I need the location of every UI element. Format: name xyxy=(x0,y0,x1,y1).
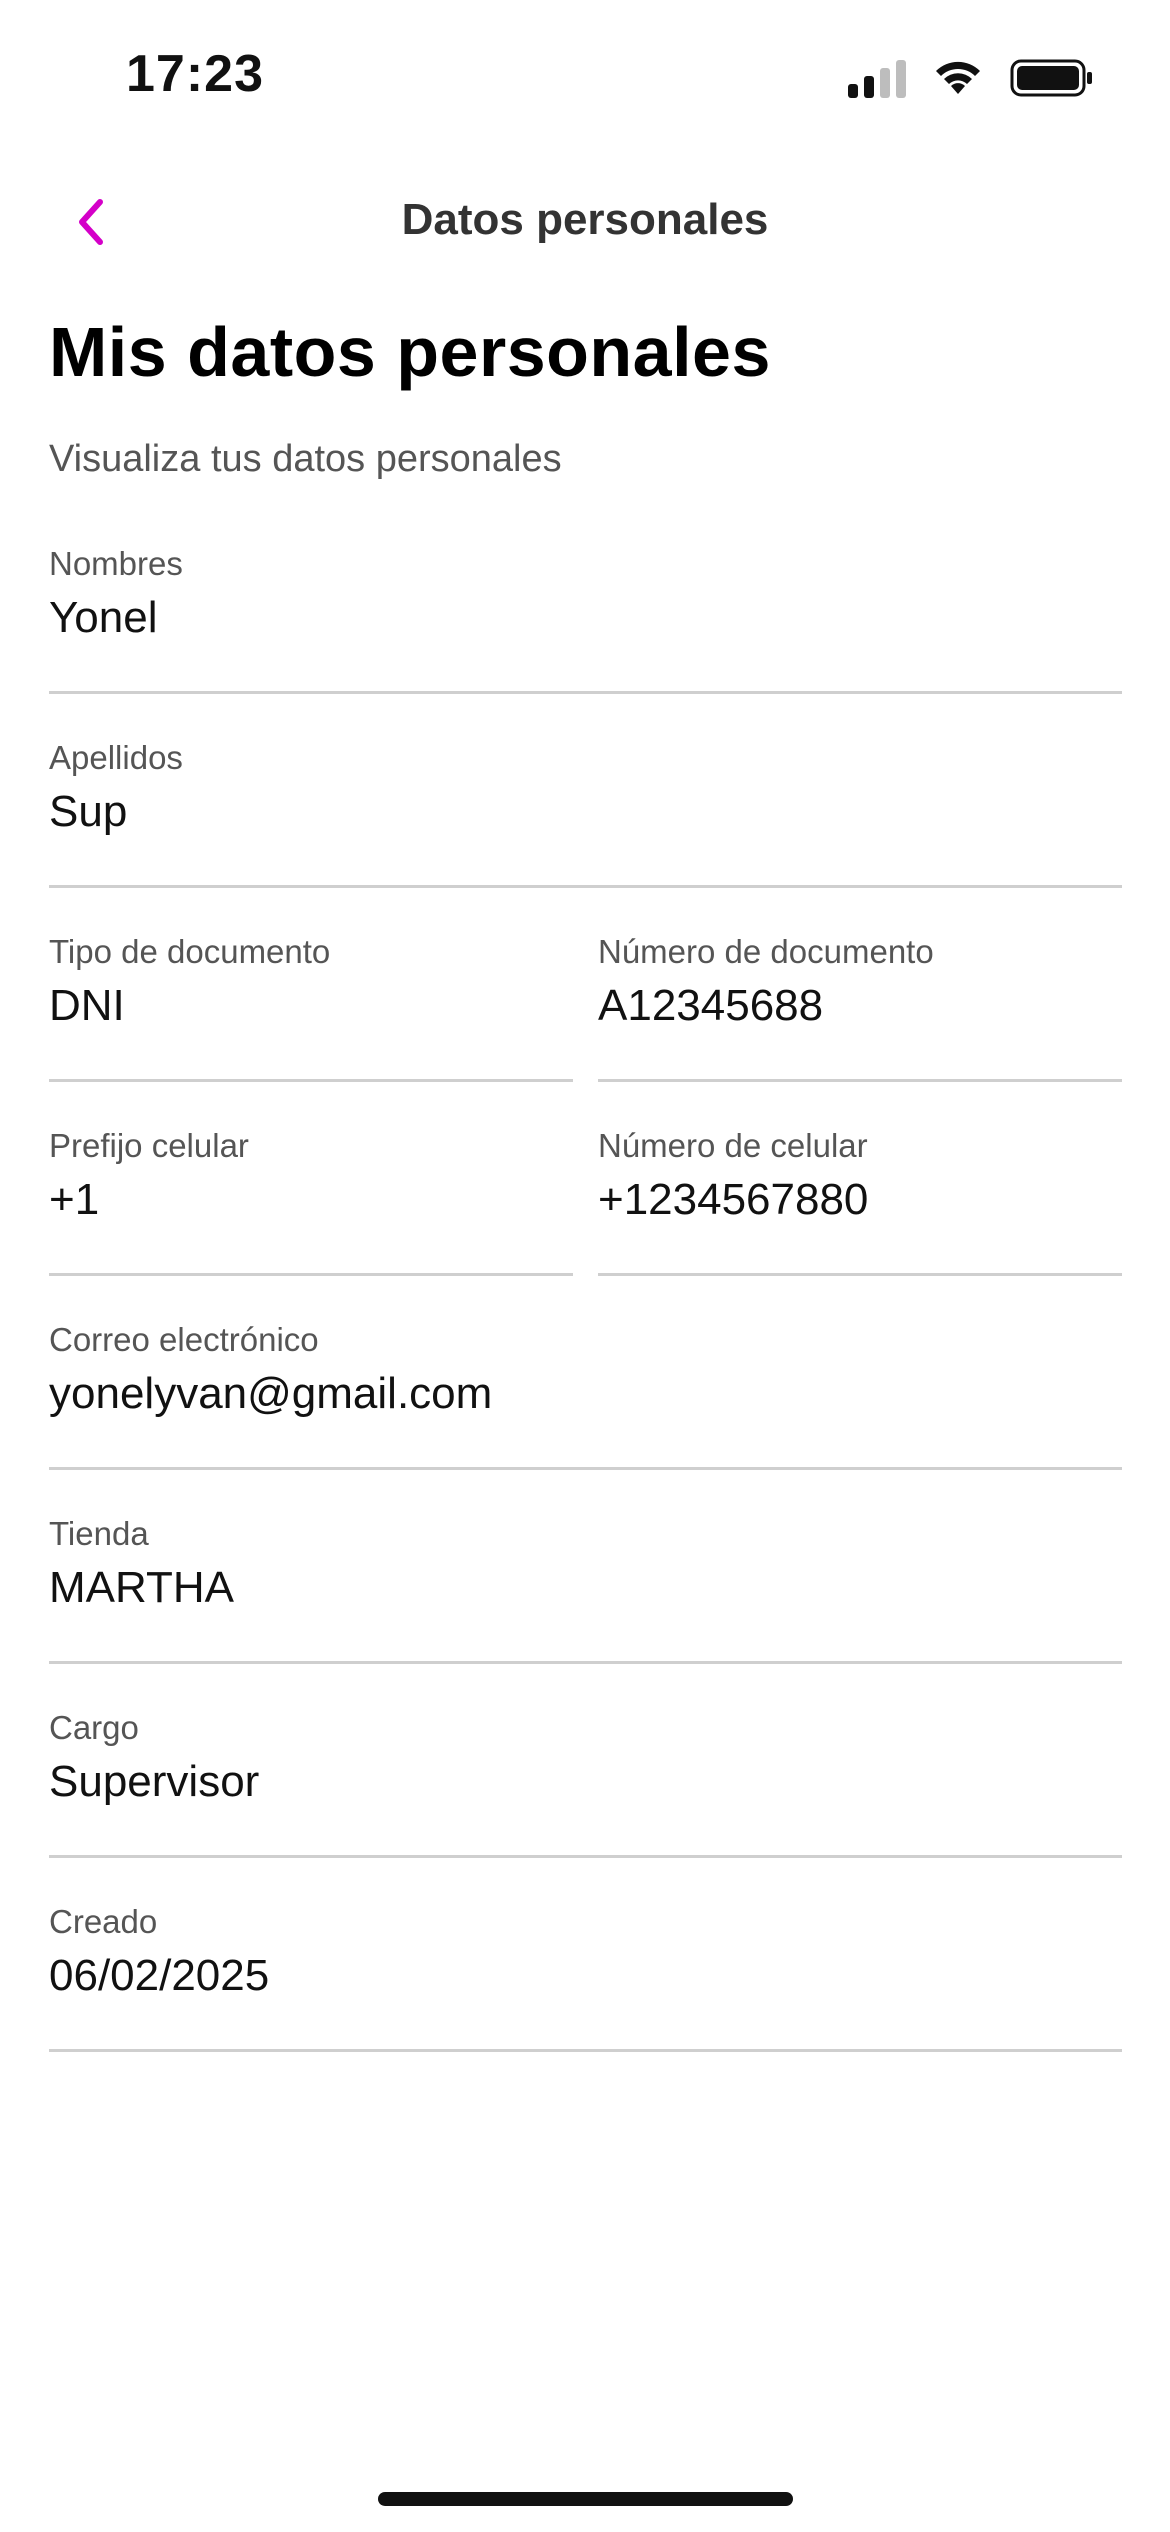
cellular-signal-icon xyxy=(848,58,906,98)
field-numero-documento: Número de documento A12345688 xyxy=(598,933,1122,1082)
field-value: 06/02/2025 xyxy=(49,1951,270,2000)
field-label: Número de celular xyxy=(598,1127,868,1164)
field-value: +1 xyxy=(49,1175,100,1224)
field-numero-celular: Número de celular +1234567880 xyxy=(598,1127,1122,1276)
field-apellidos: Apellidos Sup xyxy=(49,739,1122,888)
nav-bar: Datos personales xyxy=(0,175,1170,265)
field-tienda: Tienda MARTHA xyxy=(49,1515,1122,1664)
status-bar: 17:23 xyxy=(0,0,1170,150)
field-value: DNI xyxy=(49,981,125,1030)
field-nombres: Nombres Yonel xyxy=(49,545,1122,694)
field-label: Tienda xyxy=(49,1515,149,1552)
field-label: Nombres xyxy=(49,545,183,582)
field-value: +1234567880 xyxy=(598,1175,869,1224)
field-label: Cargo xyxy=(49,1709,139,1746)
field-tipo-documento: Tipo de documento DNI xyxy=(49,933,573,1082)
field-creado: Creado 06/02/2025 xyxy=(49,1903,1122,2052)
field-value: MARTHA xyxy=(49,1563,234,1612)
battery-icon xyxy=(1010,59,1092,97)
home-indicator[interactable] xyxy=(378,2492,793,2506)
status-time: 17:23 xyxy=(126,45,264,103)
field-correo: Correo electrónico yonelyvan@gmail.com xyxy=(49,1321,1122,1470)
field-value: Yonel xyxy=(49,593,158,642)
nav-title: Datos personales xyxy=(401,195,769,244)
field-value: A12345688 xyxy=(598,981,824,1030)
page-subtitle: Visualiza tus datos personales xyxy=(49,438,562,480)
field-label: Prefijo celular xyxy=(49,1127,249,1164)
field-prefijo-celular: Prefijo celular +1 xyxy=(49,1127,573,1276)
field-label: Tipo de documento xyxy=(49,933,331,970)
field-label: Apellidos xyxy=(49,739,183,776)
field-label: Creado xyxy=(49,1903,158,1940)
page-title: Mis datos personales xyxy=(49,313,771,391)
field-value: yonelyvan@gmail.com xyxy=(49,1369,493,1418)
status-icons xyxy=(848,56,1094,100)
field-cargo: Cargo Supervisor xyxy=(49,1709,1122,1858)
field-value: Supervisor xyxy=(49,1757,260,1806)
field-value: Sup xyxy=(49,787,128,836)
field-label: Correo electrónico xyxy=(49,1321,319,1358)
wifi-icon xyxy=(936,61,980,94)
field-label: Número de documento xyxy=(598,933,934,970)
